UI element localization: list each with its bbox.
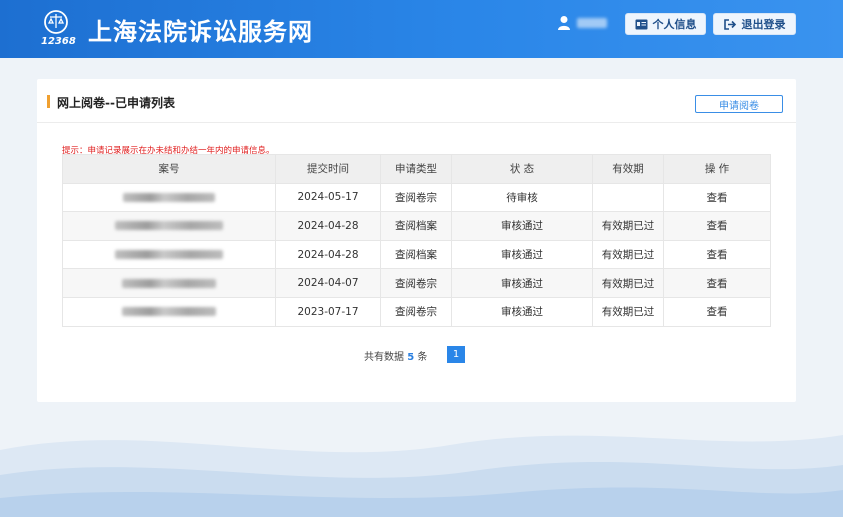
submit-date: 2024-04-07 xyxy=(275,268,381,298)
validity-text xyxy=(592,182,664,213)
background-waves xyxy=(0,435,843,517)
table-row: 2024-05-17 查阅卷宗 待审核 查看 xyxy=(62,182,771,213)
apply-type: 查阅卷宗 xyxy=(380,182,452,213)
apply-review-button[interactable]: 申请阅卷 xyxy=(695,95,783,113)
status-text: 审核通过 xyxy=(451,268,593,298)
case-number-redacted xyxy=(122,307,216,317)
table-row: 2023-07-17 查阅卷宗 审核通过 有效期已过 查看 xyxy=(62,296,771,327)
col-header-case-no: 案号 xyxy=(62,154,276,184)
case-number-cell xyxy=(62,182,276,213)
status-text: 审核通过 xyxy=(451,296,593,327)
page-button-1[interactable]: 1 xyxy=(447,346,465,363)
case-number-redacted xyxy=(115,221,223,231)
submit-date: 2024-05-17 xyxy=(275,182,381,213)
validity-text: 有效期已过 xyxy=(592,211,664,241)
card-divider xyxy=(37,122,796,123)
profile-button[interactable]: 个人信息 xyxy=(625,13,706,35)
view-link[interactable]: 查看 xyxy=(663,239,771,270)
page-title: 网上阅卷--已申请列表 xyxy=(57,96,175,110)
status-text: 审核通过 xyxy=(451,211,593,241)
logout-button-label: 退出登录 xyxy=(741,18,786,31)
application-table: 案号 提交时间 申请类型 状 态 有效期 操 作 2024-05-17 查阅卷宗… xyxy=(62,154,771,327)
total-suffix: 条 xyxy=(417,352,428,363)
apply-type: 查阅卷宗 xyxy=(380,296,452,327)
view-link[interactable]: 查看 xyxy=(663,211,771,241)
table-row: 2024-04-28 查阅档案 审核通过 有效期已过 查看 xyxy=(62,239,771,270)
site-title: 上海法院诉讼服务网 xyxy=(88,18,313,46)
case-number-cell xyxy=(62,239,276,270)
view-link[interactable]: 查看 xyxy=(663,296,771,327)
case-number-cell xyxy=(62,268,276,298)
col-header-submit-time: 提交时间 xyxy=(275,154,381,184)
table-row: 2024-04-28 查阅档案 审核通过 有效期已过 查看 xyxy=(62,211,771,241)
submit-date: 2023-07-17 xyxy=(275,296,381,327)
profile-button-label: 个人信息 xyxy=(652,18,697,31)
apply-type: 查阅卷宗 xyxy=(380,268,452,298)
view-link[interactable]: 查看 xyxy=(663,268,771,298)
col-header-type: 申请类型 xyxy=(380,154,452,184)
pagination-total: 共有数据 5 条 xyxy=(364,348,427,363)
apply-type: 查阅档案 xyxy=(380,211,452,241)
table-row: 2024-04-07 查阅卷宗 审核通过 有效期已过 查看 xyxy=(62,268,771,298)
validity-text: 有效期已过 xyxy=(592,296,664,327)
submit-date: 2024-04-28 xyxy=(275,211,381,241)
total-prefix: 共有数据 xyxy=(364,352,404,363)
user-name xyxy=(577,18,607,28)
logout-icon xyxy=(723,18,736,30)
col-header-validity: 有效期 xyxy=(592,154,664,184)
title-accent-bar xyxy=(47,95,50,108)
apply-type: 查阅档案 xyxy=(380,239,452,270)
case-number-redacted xyxy=(115,250,223,260)
col-header-status: 状 态 xyxy=(451,154,593,184)
col-header-action: 操 作 xyxy=(663,154,771,184)
submit-date: 2024-04-28 xyxy=(275,239,381,270)
view-link[interactable]: 查看 xyxy=(663,182,771,213)
case-number-redacted xyxy=(123,192,215,202)
total-count: 5 xyxy=(407,352,415,363)
table-header-row: 案号 提交时间 申请类型 状 态 有效期 操 作 xyxy=(62,154,771,184)
logout-button[interactable]: 退出登录 xyxy=(713,13,796,35)
status-text: 待审核 xyxy=(451,182,593,213)
validity-text: 有效期已过 xyxy=(592,268,664,298)
logo-number: 12368 xyxy=(41,36,76,47)
user-icon xyxy=(558,16,570,30)
top-header: 12368 上海法院诉讼服务网 个人信息 退出登录 xyxy=(0,0,843,58)
case-number-cell xyxy=(62,211,276,241)
validity-text: 有效期已过 xyxy=(592,239,664,270)
case-number-redacted xyxy=(122,278,216,288)
status-text: 审核通过 xyxy=(451,239,593,270)
case-number-cell xyxy=(62,296,276,327)
id-card-icon xyxy=(635,19,647,29)
court-emblem-icon: 12368 xyxy=(41,10,76,47)
